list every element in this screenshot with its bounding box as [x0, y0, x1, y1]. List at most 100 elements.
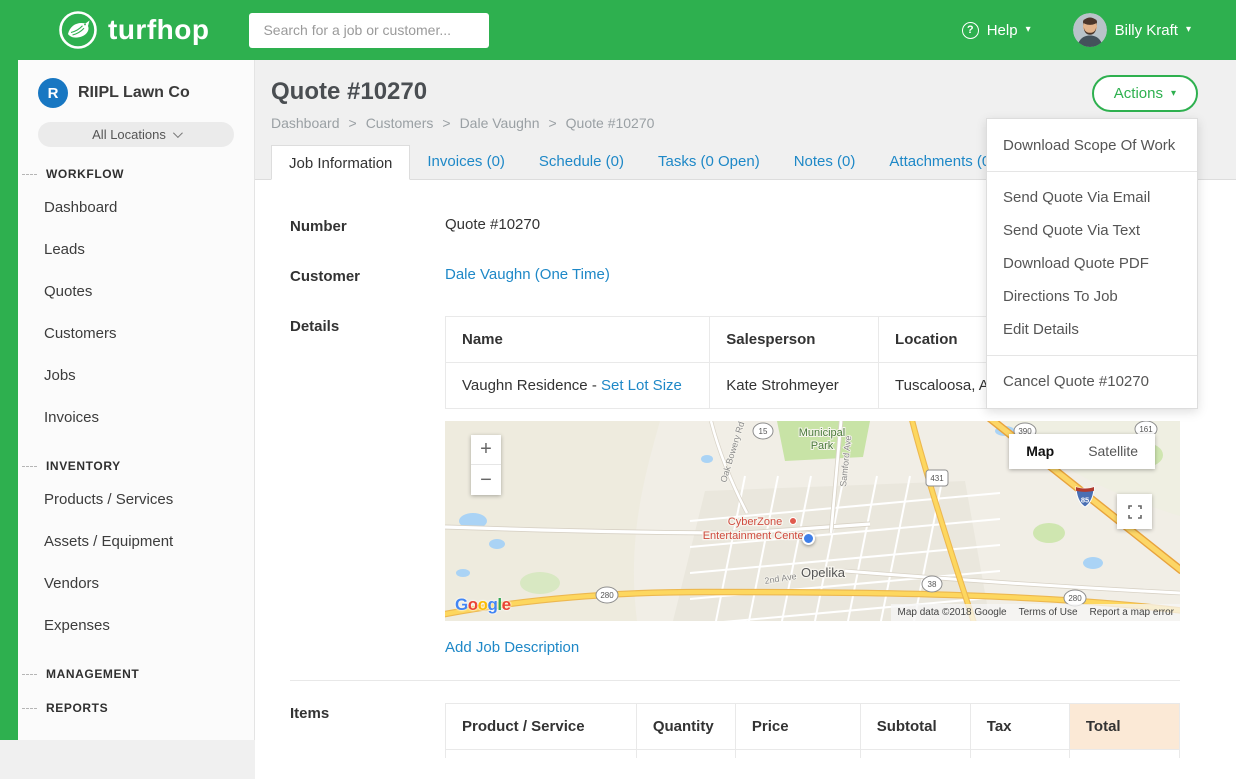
- sidebar: R RIIPL Lawn Co All Locations WORKFLOW D…: [0, 60, 255, 740]
- turfhop-bird-icon: [58, 10, 98, 50]
- park-label-line1: Municipal: [799, 427, 845, 439]
- menu-divider: [987, 171, 1197, 172]
- tab-tasks[interactable]: Tasks (0 Open): [641, 144, 777, 179]
- avatar: [1073, 13, 1107, 47]
- breadcrumb-separator: >: [442, 115, 450, 131]
- sidebar-item-expenses[interactable]: Expenses: [18, 605, 254, 647]
- poi-dot-icon: [790, 518, 797, 525]
- brand-name: turfhop: [108, 14, 209, 46]
- breadcrumb-current: Quote #10270: [566, 115, 655, 131]
- sidebar-item-dashboard[interactable]: Dashboard: [18, 187, 254, 229]
- items-table: Product / Service Quantity Price Subtota…: [445, 703, 1180, 758]
- search-input[interactable]: [249, 13, 489, 48]
- user-menu[interactable]: Billy Kraft ▾: [1073, 13, 1191, 47]
- breadcrumb-dashboard[interactable]: Dashboard: [271, 115, 340, 131]
- terms-of-use-link[interactable]: Terms of Use: [1019, 607, 1078, 618]
- items-header-tax: Tax: [970, 704, 1069, 750]
- fullscreen-icon: [1128, 505, 1142, 519]
- tab-invoices[interactable]: Invoices (0): [410, 144, 522, 179]
- menu-item-download-quote-pdf[interactable]: Download Quote PDF: [987, 247, 1197, 280]
- sidebar-item-vendors[interactable]: Vendors: [18, 563, 254, 605]
- nav-section-workflow: WORKFLOW: [18, 167, 254, 181]
- customer-label: Customer: [290, 266, 445, 285]
- sidebar-accent-strip: [0, 60, 18, 740]
- items-field-row: Items Product / Service Quantity Price S…: [290, 703, 1180, 758]
- menu-item-send-quote-via-text[interactable]: Send Quote Via Text: [987, 214, 1197, 247]
- sidebar-item-customers[interactable]: Customers: [18, 313, 254, 355]
- customer-type-link[interactable]: (One Time): [535, 266, 610, 283]
- items-header-subtotal: Subtotal: [860, 704, 970, 750]
- items-header-row: Product / Service Quantity Price Subtota…: [446, 704, 1180, 750]
- svg-text:431: 431: [930, 474, 944, 483]
- company-logo-icon: R: [38, 78, 68, 108]
- brand-logo[interactable]: turfhop: [58, 10, 209, 50]
- nav-section-reports[interactable]: REPORTS: [18, 701, 254, 715]
- items-empty-row: [446, 750, 1180, 758]
- add-job-description-link[interactable]: Add Job Description: [445, 639, 579, 656]
- satellite-view-button[interactable]: Satellite: [1071, 434, 1155, 469]
- sidebar-item-leads[interactable]: Leads: [18, 229, 254, 271]
- location-marker-icon[interactable]: [802, 532, 815, 545]
- top-navigation-bar: turfhop ? Help ▾: [0, 0, 1236, 60]
- items-header-product: Product / Service: [446, 704, 637, 750]
- tab-schedule[interactable]: Schedule (0): [522, 144, 641, 179]
- map-zoom-controls: + −: [471, 435, 501, 495]
- zoom-out-button[interactable]: −: [471, 465, 501, 495]
- page-title: Quote #10270: [271, 78, 1198, 106]
- sidebar-nav: WORKFLOW Dashboard Leads Quotes Customer…: [18, 167, 254, 715]
- sidebar-item-assets-equipment[interactable]: Assets / Equipment: [18, 521, 254, 563]
- park-label-line2: Park: [811, 440, 834, 452]
- svg-text:85: 85: [1081, 496, 1089, 505]
- chevron-down-icon: ▾: [1026, 25, 1031, 35]
- items-label: Items: [290, 703, 445, 722]
- chevron-down-icon: ▾: [1171, 89, 1176, 99]
- tab-job-information[interactable]: Job Information: [271, 145, 410, 180]
- menu-item-download-scope-of-work[interactable]: Download Scope Of Work: [987, 129, 1197, 162]
- help-label: Help: [987, 22, 1018, 39]
- property-name-cell: Vaughn Residence - Set Lot Size: [446, 363, 710, 409]
- breadcrumb-customers[interactable]: Customers: [366, 115, 434, 131]
- nav-section-management[interactable]: MANAGEMENT: [18, 667, 254, 681]
- sidebar-item-invoices[interactable]: Invoices: [18, 397, 254, 439]
- user-name: Billy Kraft: [1115, 22, 1178, 39]
- menu-item-edit-details[interactable]: Edit Details: [987, 313, 1197, 346]
- menu-item-directions-to-job[interactable]: Directions To Job: [987, 280, 1197, 313]
- actions-button[interactable]: Actions ▾: [1092, 75, 1198, 112]
- map-view-button[interactable]: Map: [1009, 434, 1071, 469]
- customer-link[interactable]: Dale Vaughn: [445, 266, 531, 283]
- menu-item-cancel-quote[interactable]: Cancel Quote #10270: [987, 365, 1197, 398]
- help-icon: ?: [962, 22, 979, 39]
- sidebar-item-products-services[interactable]: Products / Services: [18, 479, 254, 521]
- tab-notes[interactable]: Notes (0): [777, 144, 873, 179]
- fullscreen-button[interactable]: [1117, 494, 1152, 529]
- help-menu[interactable]: ? Help ▾: [962, 22, 1031, 39]
- topbar-right: ? Help ▾ Billy Kraft ▾: [962, 13, 1191, 47]
- property-name: Vaughn Residence -: [462, 377, 597, 394]
- map-type-controls: Map Satellite: [1009, 434, 1155, 469]
- salesperson-cell: Kate Strohmeyer: [710, 363, 879, 409]
- breadcrumb-customer-name[interactable]: Dale Vaughn: [460, 115, 540, 131]
- breadcrumb-separator: >: [548, 115, 556, 131]
- sidebar-item-jobs[interactable]: Jobs: [18, 355, 254, 397]
- nav-section-inventory: INVENTORY: [18, 459, 254, 473]
- svg-text:161: 161: [1139, 425, 1153, 434]
- actions-button-label: Actions: [1114, 85, 1163, 102]
- report-map-error-link[interactable]: Report a map error: [1090, 607, 1174, 618]
- svg-text:280: 280: [600, 591, 614, 600]
- actions-dropdown-menu: Download Scope Of Work Send Quote Via Em…: [986, 118, 1198, 409]
- zoom-in-button[interactable]: +: [471, 435, 501, 465]
- map-data-credit: Map data ©2018 Google: [897, 607, 1006, 618]
- company-name: RIIPL Lawn Co: [78, 84, 190, 102]
- svg-text:280: 280: [1068, 594, 1082, 603]
- poi-label-line2: Entertainment Center: [703, 530, 808, 542]
- details-label: Details: [290, 316, 445, 335]
- set-lot-size-link[interactable]: Set Lot Size: [601, 377, 682, 394]
- sidebar-item-quotes[interactable]: Quotes: [18, 271, 254, 313]
- google-logo[interactable]: Google: [455, 595, 511, 615]
- menu-item-send-quote-via-email[interactable]: Send Quote Via Email: [987, 181, 1197, 214]
- chevron-down-icon: [173, 128, 183, 138]
- job-location-map[interactable]: 15 390 161 431 85 280 38 280: [445, 421, 1180, 621]
- locations-selector[interactable]: All Locations: [38, 122, 234, 147]
- items-header-quantity: Quantity: [636, 704, 735, 750]
- map-attribution: Map data ©2018 Google Terms of Use Repor…: [891, 604, 1180, 621]
